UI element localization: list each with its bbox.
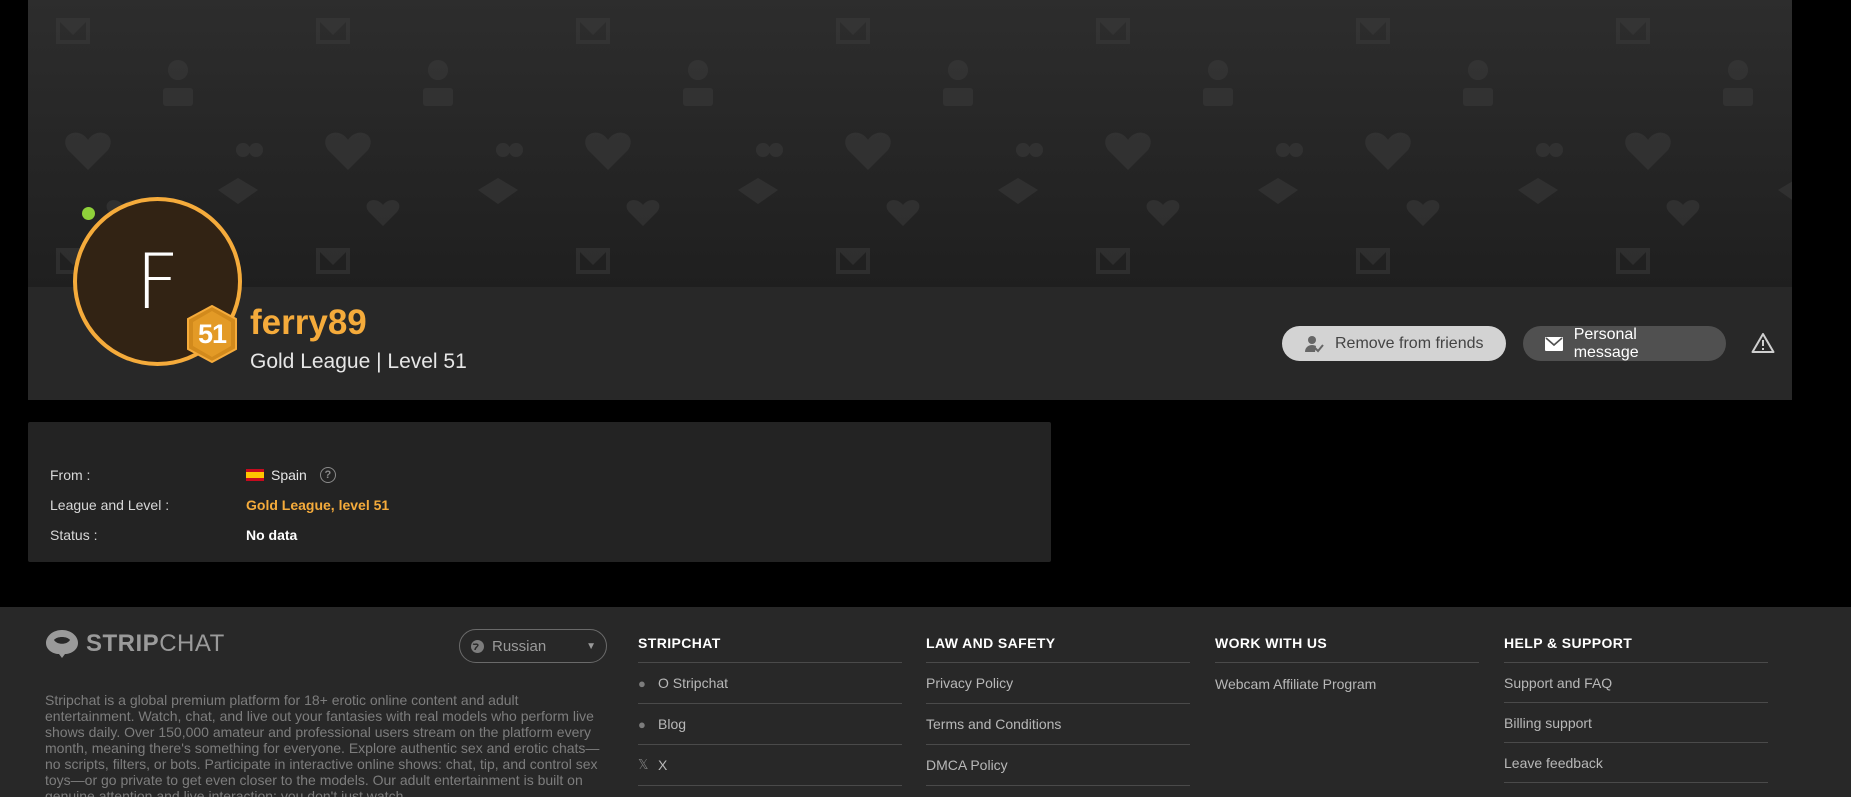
- user-check-icon: [1305, 335, 1324, 352]
- spain-flag-icon: [246, 469, 264, 481]
- question-help-icon[interactable]: ?: [319, 467, 336, 483]
- footer-column-title: LAW AND SAFETY: [926, 629, 1190, 663]
- footer-link-affiliate[interactable]: Webcam Affiliate Program: [1215, 663, 1479, 704]
- footer-column-law: LAW AND SAFETY Privacy Policy Terms and …: [926, 629, 1190, 786]
- footer-link-terms[interactable]: Terms and Conditions: [926, 704, 1190, 745]
- remove-from-friends-label: Remove from friends: [1335, 334, 1484, 352]
- footer-link-label: Billing support: [1504, 714, 1592, 731]
- footer: STRIPCHAT Russian ▼ Stripchat is a globa…: [0, 607, 1851, 797]
- footer-link-label: Privacy Policy: [926, 675, 1014, 691]
- footer-column-work: WORK WITH US Webcam Affiliate Program: [1215, 629, 1479, 704]
- footer-column-title: HELP & SUPPORT: [1504, 629, 1768, 663]
- footer-link-support[interactable]: Support and FAQ: [1504, 663, 1768, 703]
- personal-message-button[interactable]: Personal message: [1523, 326, 1726, 361]
- username: ferry89: [250, 303, 367, 342]
- chevron-down-icon: ▼: [586, 640, 596, 652]
- footer-link-label: O Stripchat: [658, 675, 729, 691]
- footer-link-privacy[interactable]: Privacy Policy: [926, 663, 1190, 704]
- profile-info-card: From : Spain ? League and Level : Gold L…: [28, 422, 1051, 562]
- info-label-status: Status :: [50, 527, 98, 543]
- footer-link-label: Leave feedback: [1504, 754, 1603, 771]
- footer-column-stripchat: STRIPCHAT ● O Stripchat ● Blog 𝕏 X: [638, 629, 902, 786]
- info-label-league: League and Level :: [50, 497, 170, 513]
- language-select[interactable]: Russian ▼: [459, 629, 607, 663]
- footer-link-about[interactable]: ● O Stripchat: [638, 663, 902, 704]
- profile-cover: [28, 0, 1792, 287]
- stripchat-logo-icon: [46, 630, 78, 658]
- avatar-letter: F: [135, 237, 180, 326]
- league-level-text: Gold League | Level 51: [250, 350, 467, 373]
- footer-column-title: STRIPCHAT: [638, 629, 902, 663]
- level-badge: 51: [186, 305, 238, 363]
- cover-pattern: [28, 0, 1792, 287]
- info-value-status: No data: [246, 527, 298, 543]
- online-indicator: [82, 207, 95, 220]
- remove-from-friends-button[interactable]: Remove from friends: [1282, 326, 1506, 361]
- country-name: Spain: [271, 467, 307, 483]
- info-label-from: From :: [50, 467, 91, 483]
- footer-link-feedback[interactable]: Leave feedback: [1504, 743, 1768, 783]
- chat-bubble-icon: ●: [638, 716, 646, 732]
- footer-link-label: Terms and Conditions: [926, 716, 1062, 732]
- globe-icon: [471, 639, 484, 653]
- personal-message-label: Personal message: [1573, 325, 1639, 361]
- footer-link-label: X: [658, 757, 668, 773]
- stripchat-logo[interactable]: STRIPCHAT: [45, 629, 225, 659]
- footer-column-help: HELP & SUPPORT Support and FAQ Billing s…: [1504, 629, 1768, 783]
- language-value: Russian: [492, 637, 547, 655]
- x-logo-icon: 𝕏: [638, 757, 649, 772]
- footer-link-label: DMCA Policy: [926, 757, 1008, 773]
- footer-column-title: WORK WITH US: [1215, 629, 1479, 663]
- footer-link-x[interactable]: 𝕏 X: [638, 745, 902, 786]
- footer-link-dmca[interactable]: DMCA Policy: [926, 745, 1190, 786]
- footer-link-billing[interactable]: Billing support: [1504, 703, 1768, 743]
- envelope-icon: [1545, 336, 1563, 351]
- footer-link-blog[interactable]: ● Blog: [638, 704, 902, 745]
- warning-report-icon[interactable]: [1751, 332, 1775, 354]
- footer-link-label: Support and FAQ: [1504, 674, 1613, 691]
- logo-text: STRIPCHAT: [86, 630, 225, 657]
- info-value-league: Gold League, level 51: [246, 497, 390, 513]
- info-value-from: Spain ?: [246, 467, 336, 483]
- footer-link-label: Blog: [658, 716, 687, 732]
- footer-description: Stripchat is a global premium platform f…: [45, 692, 600, 797]
- info-icon: ●: [638, 675, 646, 691]
- level-number: 51: [197, 318, 227, 349]
- footer-link-label: Webcam Affiliate Program: [1215, 675, 1377, 692]
